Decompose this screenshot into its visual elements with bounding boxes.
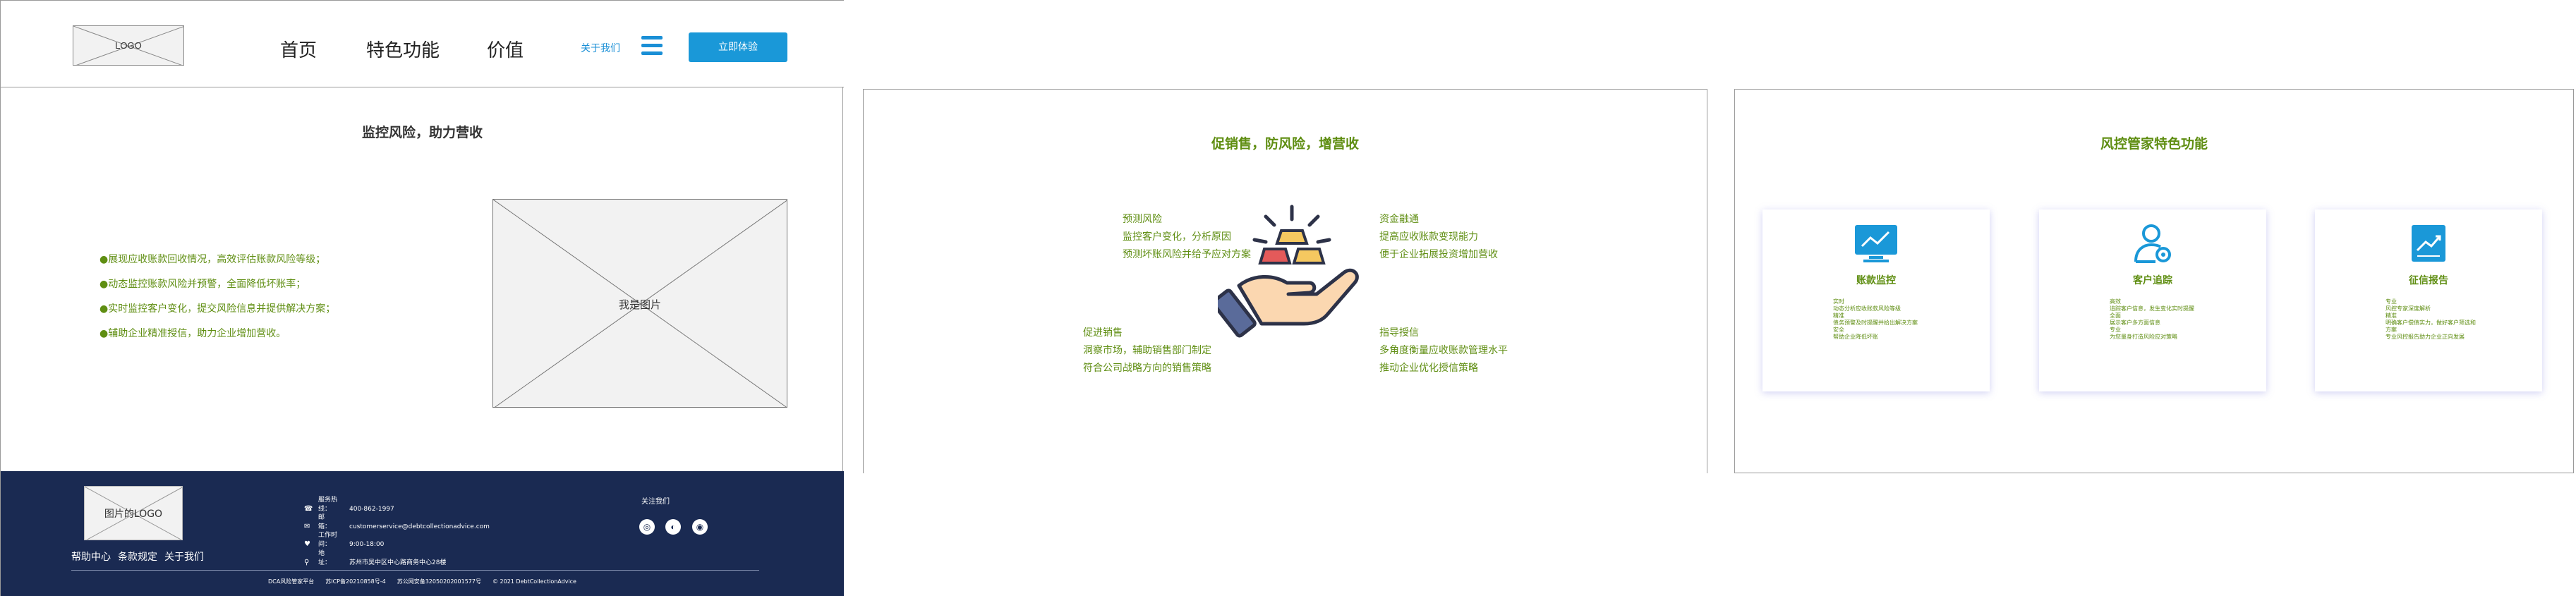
features-title: 风控管家特色功能 [2100,136,2208,152]
footer-link-about[interactable]: 关于我们 [164,552,204,563]
bullet-item: ●实时监控客户变化，提交风险信息并提供解决方案； [99,303,336,315]
weibo-icon[interactable]: ◎ [639,519,655,535]
site-header: LOGO 首页 特色功能 价值 关于我们 立即体验 [1,0,844,87]
footer-link-terms[interactable]: 条款规定 [118,552,157,563]
hamburger-menu-icon[interactable] [641,36,663,56]
card-lines: 实时 动态分析应收账款风险等级 精准 债务预警及时提醒并给出解决方案 安全 帮助… [1833,298,1918,340]
user-track-icon [2134,224,2171,263]
value-financing: 资金融通 提高应收账款变现能力 便于企业拓展投资增加营收 [1379,214,1498,260]
monitor-chart-icon [1855,225,1897,262]
address-value: 苏州市吴中区中心路商务中心28楼 [349,559,447,566]
footer-logo-text: 图片的LOGO [104,509,163,520]
image-placeholder-text: 我是图片 [618,298,661,311]
contact-phone: ☎服务热线： 400-862-1997 [304,497,394,513]
location-icon: ⚲ [304,559,310,566]
footer-divider [71,570,759,571]
card-title: 征信报告 [2409,275,2448,286]
logo[interactable]: LOGO [73,25,184,66]
value-panel: 促销售，防风险，增营收 预测风险 监控客户变化，分析原因 预测坏账风险并给予应对… [863,89,1707,473]
intro-bullet-list: ●展现应收账款回收情况，高效评估账款风险等级； ●动态监控账款风险并预警，全面降… [99,252,335,351]
feature-card-credit-report[interactable]: 征信报告 专业 风控专家深度解析 精准 明确客户偿债实力，做好客户筛选和 方案 … [2315,209,2542,391]
card-lines: 高效 追踪客户信息，发生变化实时提醒 全面 展示客户多方面信息 专业 为您量身打… [2110,298,2194,340]
homepage-panel: LOGO 首页 特色功能 价值 关于我们 立即体验 监控风险，助力营收 ●展现应… [0,0,844,596]
contact-hours: ♥工作时间： 9:00-18:00 [304,532,385,548]
footer-logo[interactable]: 图片的LOGO [84,486,183,540]
logo-text: LOGO [115,40,142,51]
wechat-icon[interactable]: ◐ [665,519,681,535]
card-lines: 专业 风控专家深度解析 精准 明确客户偿债实力，做好客户筛选和 方案 专业风控报… [2385,298,2476,340]
contact-email: ✉邮 箱： customerservice@debtcollectionadvic… [304,514,490,530]
intro-image-placeholder: 我是图片 [492,199,787,408]
try-now-button[interactable]: 立即体验 [689,32,787,62]
report-trend-icon [2412,225,2445,262]
nav-value[interactable]: 价值 [487,36,524,62]
footer-link-help[interactable]: 帮助中心 [71,552,111,563]
value-title: 促销售，防风险，增营收 [1211,136,1359,152]
feature-card-account-monitor[interactable]: 账款监控 实时 动态分析应收账款风险等级 精准 债务预警及时提醒并给出解决方案 … [1762,209,1990,391]
footer-links: 帮助中心 条款规定 关于我们 [71,549,211,564]
copyright-bar: DCA风险管家平台 苏ICP备20210858号-4 苏公网安备3205020200… [268,578,576,585]
feature-card-customer-tracking[interactable]: 客户追踪 高效 追踪客户信息，发生变化实时提醒 全面 展示客户多方面信息 专业 … [2039,209,2266,391]
card-title: 账款监控 [1856,275,1896,286]
card-title: 客户追踪 [2133,275,2172,286]
bullet-item: ●动态监控账款风险并预警，全面降低坏账率； [99,279,306,290]
about-link[interactable]: 关于我们 [581,41,620,55]
contact-address: ⚲地 址： 苏州市吴中区中心路商务中心28楼 [304,550,447,566]
bullet-item: ●辅助企业精准授信，助力企业增加营收。 [99,328,286,339]
qq-icon[interactable]: ◉ [692,519,708,535]
hours-value: 9:00-18:00 [349,541,385,548]
nav-features[interactable]: 特色功能 [366,36,440,62]
heart-icon: ♥ [304,540,310,548]
value-credit-guidance: 指导授信 多角度衡量应收账款管理水平 推动企业优化授信策略 [1379,327,1508,374]
site-footer: 图片的LOGO 帮助中心 条款规定 关于我们 ☎服务热线： 400-862-1997 … [1,471,844,596]
follow-us-label: 关注我们 [641,498,670,506]
intro-title: 监控风险，助力营收 [361,125,483,140]
bullet-item: ●展现应收账款回收情况，高效评估账款风险等级； [99,254,326,265]
nav-home[interactable]: 首页 [280,36,317,62]
value-promote-sales: 促进销售 洞察市场，辅助销售部门制定 符合公司战略方向的销售策略 [1083,327,1211,374]
hand-gold-icon [1218,205,1359,338]
features-panel: 风控管家特色功能 账款监控 实时 动态分析应收账款风险等级 精准 债务预警及时提… [1734,89,2574,473]
